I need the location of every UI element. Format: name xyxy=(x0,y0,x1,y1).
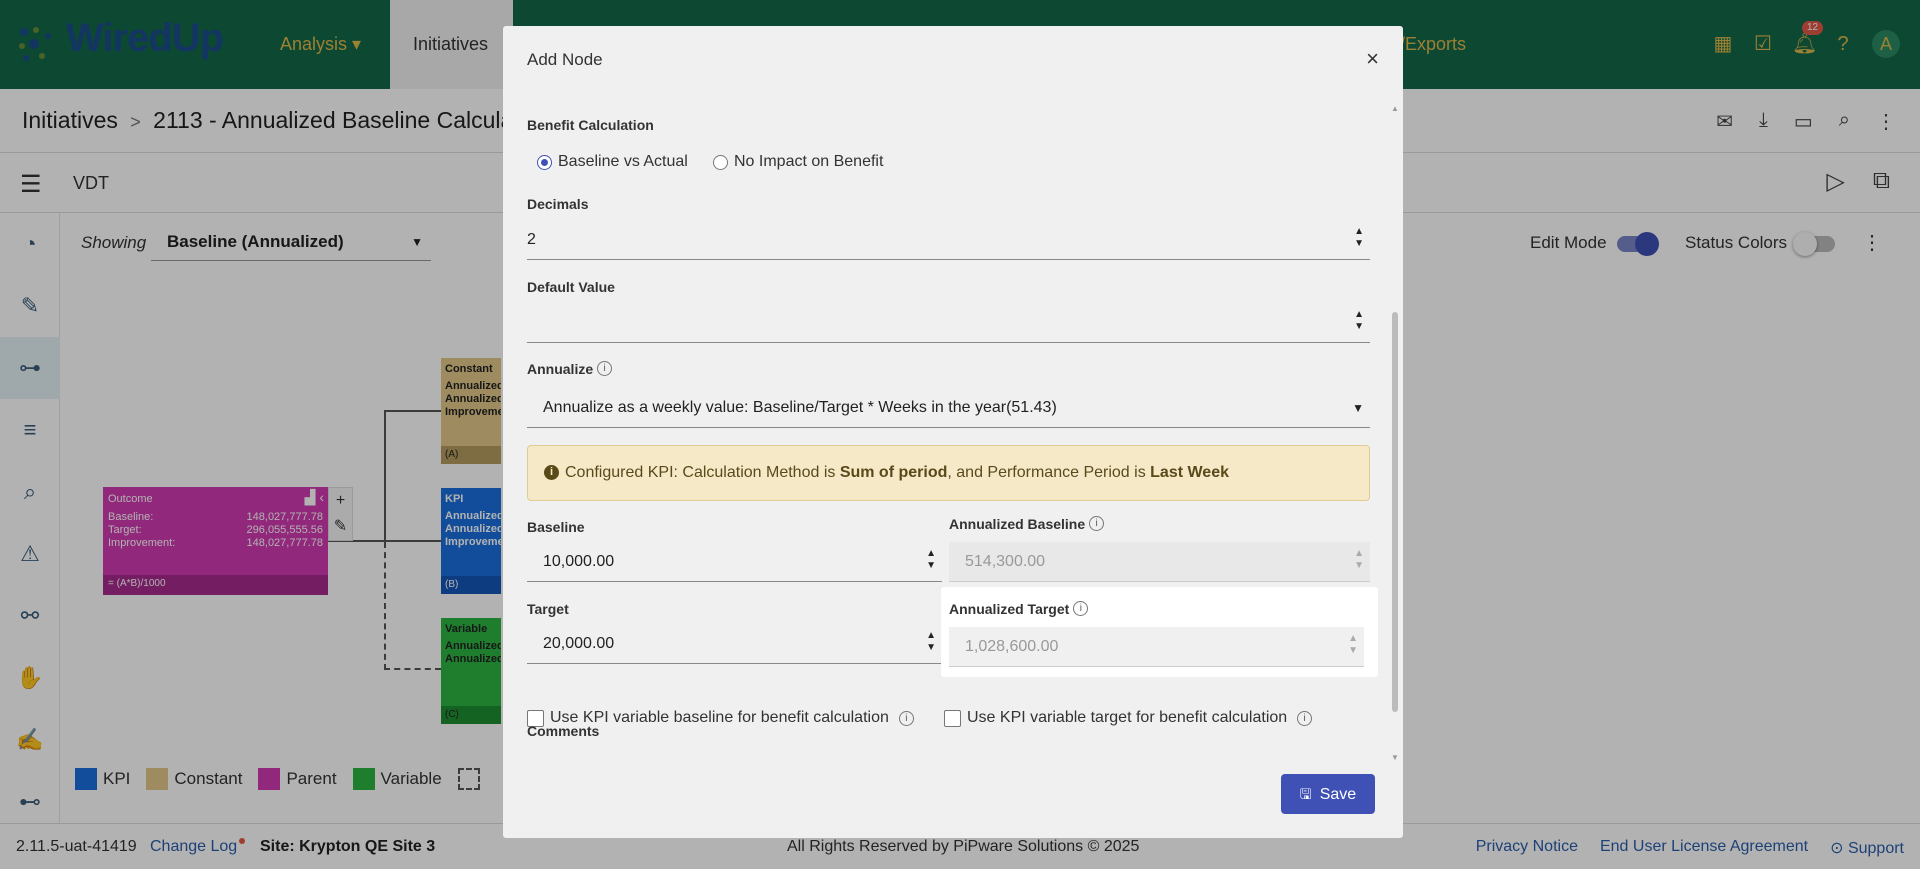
info-circle-icon: i xyxy=(544,465,559,481)
radio-circle xyxy=(713,154,728,170)
dialog-scrollbar[interactable]: ▲ ▼ xyxy=(1391,104,1399,762)
annualized-baseline-label: Annualized Baseline i xyxy=(949,516,1105,532)
annualized-target-highlight: Annualized Target i 1,028,600.00 ▲ ▼ xyxy=(941,587,1378,677)
annualize-label: Annualize i xyxy=(527,361,613,377)
scroll-up-icon[interactable]: ▲ xyxy=(1391,104,1399,113)
scroll-down-icon[interactable]: ▼ xyxy=(1391,753,1399,762)
info-icon[interactable]: i xyxy=(597,361,613,376)
spinner-icon[interactable]: ▲ ▼ xyxy=(1354,226,1364,250)
radio-baseline-vs-actual[interactable]: Baseline vs Actual xyxy=(537,153,688,171)
info-icon[interactable]: i xyxy=(1073,601,1089,616)
decimals-label: Decimals xyxy=(527,196,589,212)
checkbox-box xyxy=(944,709,961,727)
spinner-icon[interactable]: ▲ ▼ xyxy=(926,548,936,572)
info-alert: i Configured KPI: Calculation Method is S… xyxy=(527,445,1370,501)
close-icon[interactable]: × xyxy=(1366,46,1379,72)
annualized-baseline-input: 514,300.00 ▲ ▼ xyxy=(949,542,1370,582)
target-label: Target xyxy=(527,601,569,617)
spinner-icon: ▲ ▼ xyxy=(1354,548,1364,571)
dialog-title: Add Node xyxy=(527,50,603,69)
annualized-target-input: 1,028,600.00 ▲ ▼ xyxy=(949,627,1364,667)
spinner-icon[interactable]: ▲ ▼ xyxy=(926,630,936,654)
spinner-icon: ▲ ▼ xyxy=(1348,633,1358,656)
decimals-input[interactable]: 2 ▲ ▼ xyxy=(527,220,1370,260)
info-icon[interactable]: i xyxy=(898,710,914,726)
add-node-dialog: Add Node × Benefit Calculation Baseline … xyxy=(503,26,1403,838)
annualized-target-label: Annualized Target i xyxy=(949,601,1089,617)
default-value-label: Default Value xyxy=(527,279,615,295)
target-input[interactable]: 20,000.00 ▲ ▼ xyxy=(527,624,942,664)
info-icon[interactable]: i xyxy=(1297,710,1313,726)
baseline-label: Baseline xyxy=(527,519,585,535)
chevron-down-icon: ▼ xyxy=(1352,401,1364,415)
scrollbar-thumb[interactable] xyxy=(1392,312,1398,712)
comments-label: Comments xyxy=(527,723,600,739)
benefit-calculation-label: Benefit Calculation xyxy=(527,117,654,133)
radio-no-impact[interactable]: No Impact on Benefit xyxy=(713,153,883,171)
annualize-select[interactable]: Annualize as a weekly value: Baseline/Ta… xyxy=(527,388,1370,428)
spinner-icon[interactable]: ▲ ▼ xyxy=(1354,309,1364,333)
default-value-input[interactable]: ▲ ▼ xyxy=(527,303,1370,343)
radio-circle xyxy=(537,154,552,170)
save-icon: 🖫︎ xyxy=(1299,786,1312,802)
save-button[interactable]: 🖫︎ Save xyxy=(1281,774,1375,814)
baseline-input[interactable]: 10,000.00 ▲ ▼ xyxy=(527,542,942,582)
info-icon[interactable]: i xyxy=(1089,516,1105,531)
use-kpi-target-checkbox[interactable]: Use KPI variable target for benefit calc… xyxy=(944,709,1313,727)
